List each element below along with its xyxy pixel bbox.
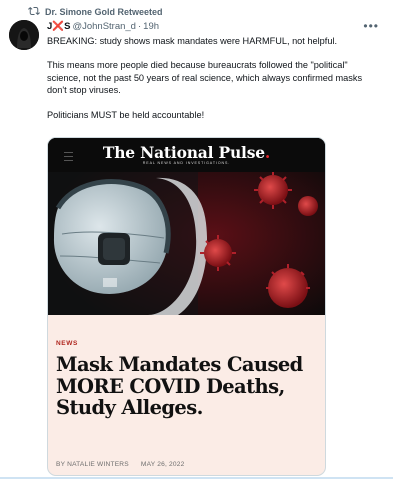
article-image: The National Pulse. REAL NEWS AND INVEST…: [48, 138, 325, 315]
avatar[interactable]: [9, 20, 39, 50]
brand-dot: .: [264, 143, 271, 162]
retweet-context[interactable]: Dr. Simone Gold Retweeted: [28, 5, 163, 19]
retweet-label: Dr. Simone Gold Retweeted: [45, 7, 163, 17]
tweet-paragraph: This means more people died because bure…: [47, 60, 363, 96]
more-icon[interactable]: •••: [363, 19, 379, 33]
article-author: BY NATALIE WINTERS: [56, 461, 129, 468]
divider: [0, 477, 393, 479]
author-name[interactable]: J❌S: [47, 21, 70, 32]
link-card[interactable]: The National Pulse. REAL NEWS AND INVEST…: [47, 137, 326, 476]
retweet-icon: [28, 5, 40, 19]
tweet-timestamp[interactable]: 19h: [143, 21, 159, 32]
tweet-text: BREAKING: study shows mask mandates were…: [47, 35, 382, 133]
tweet-paragraph: Politicians MUST be held accountable!: [47, 109, 205, 120]
brand-name: The National Pulse: [102, 143, 265, 162]
brand-title: The National Pulse.: [48, 143, 325, 162]
brand-bar: The National Pulse. REAL NEWS AND INVEST…: [48, 138, 325, 172]
article-date: MAY 26, 2022: [140, 461, 185, 468]
tweet-header: J❌S @JohnStran_d · 19h: [47, 20, 381, 33]
brand-tagline: REAL NEWS AND INVESTIGATIONS.: [142, 161, 231, 165]
article-headline[interactable]: Mask Mandates Caused MORE COVID Deaths, …: [56, 354, 318, 419]
section-tag: NEWS: [56, 340, 78, 347]
article-byline: BY NATALIE WINTERS MAY 26, 2022: [56, 461, 185, 468]
separator-dot: ·: [137, 21, 142, 32]
tweet-paragraph: BREAKING: study shows mask mandates were…: [47, 36, 338, 46]
author-handle[interactable]: @JohnStran_d: [72, 21, 136, 32]
